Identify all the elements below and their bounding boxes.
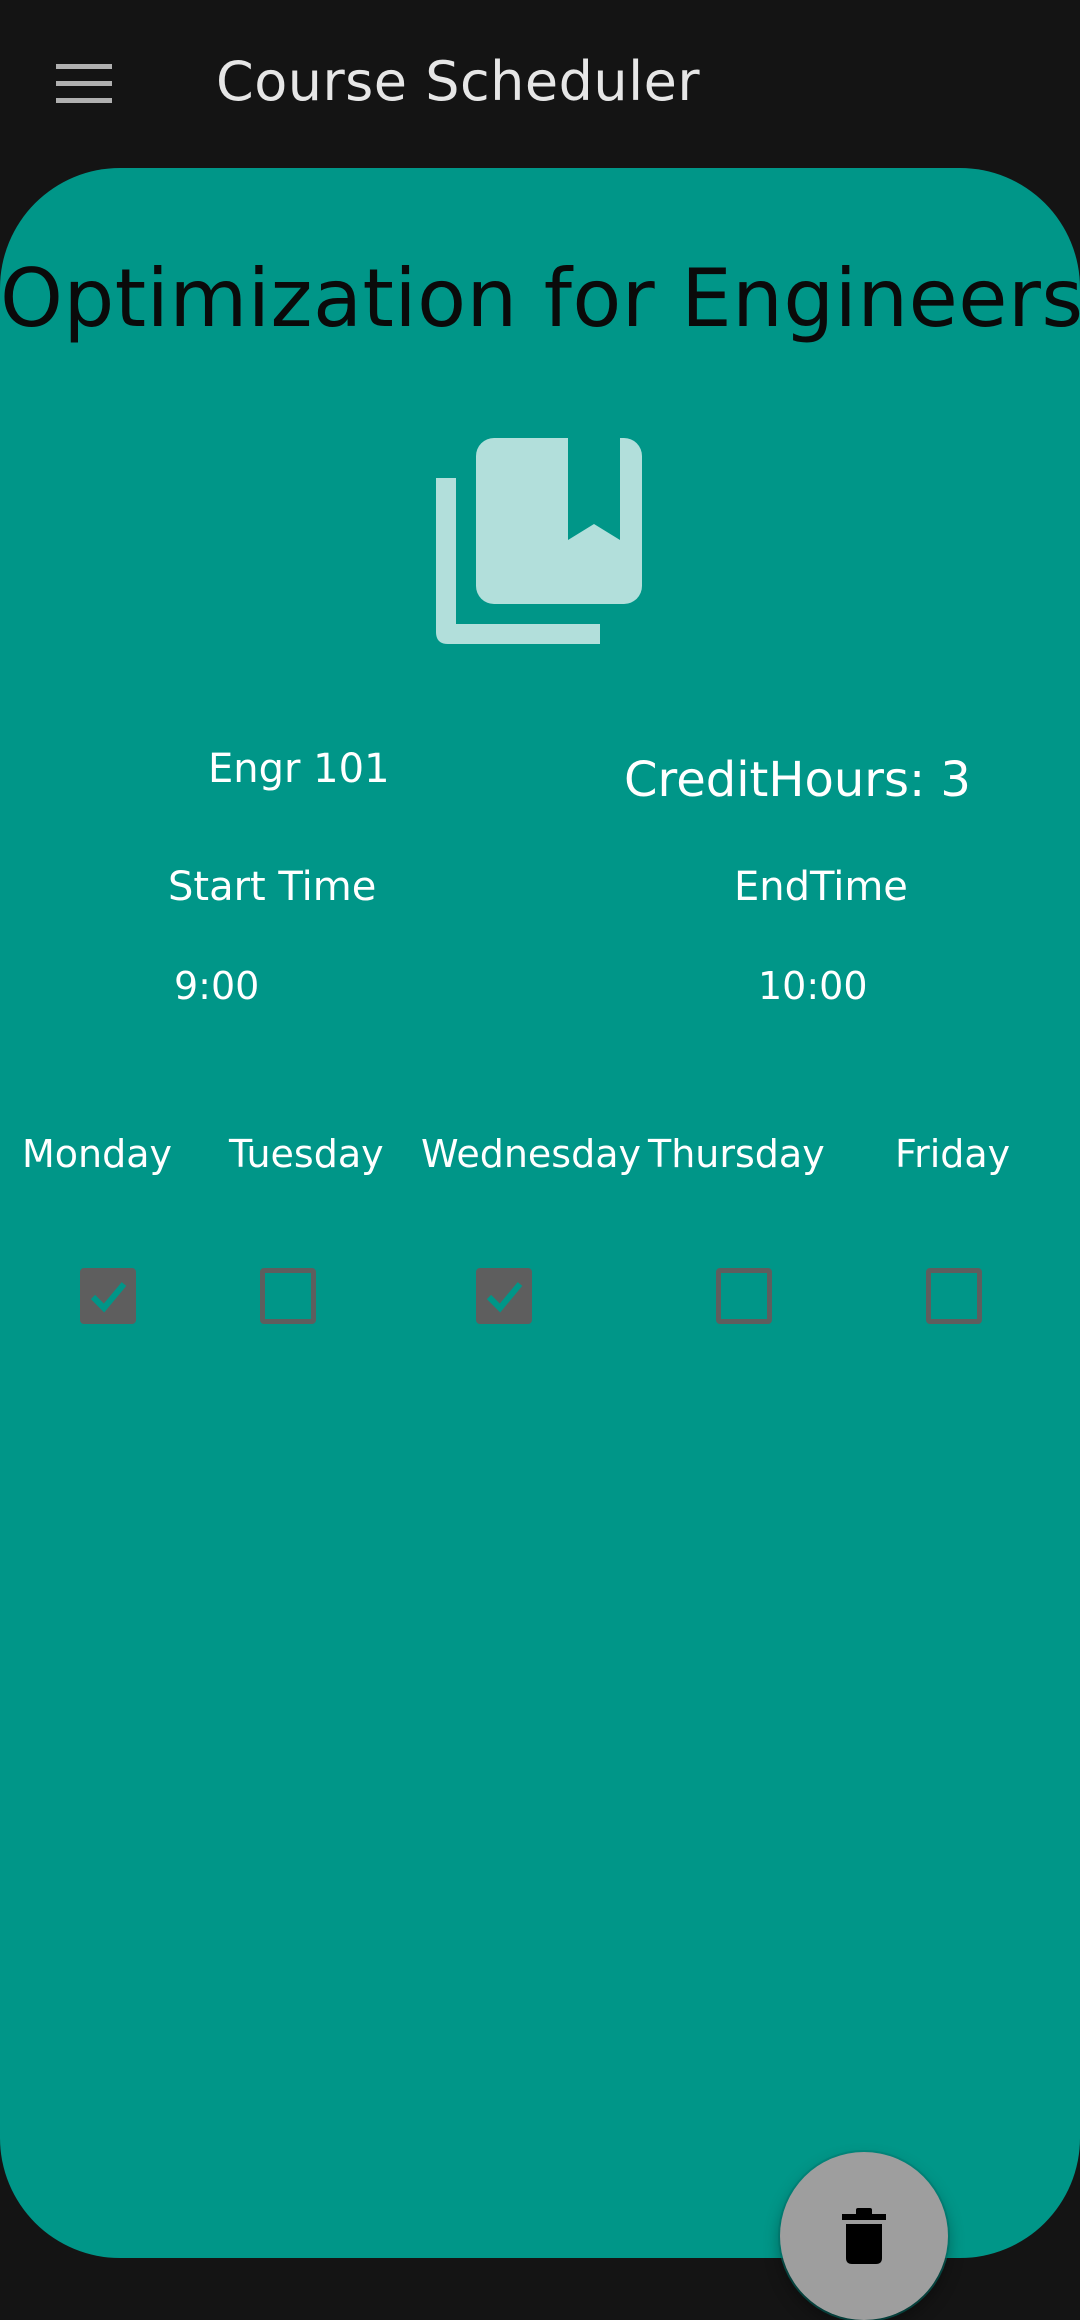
checkbox-friday[interactable] [926,1268,982,1324]
day-label-monday: Monday [22,1132,173,1176]
end-time-label: EndTime [734,864,908,910]
delete-button[interactable] [780,2152,948,2320]
app-bar: Course Scheduler [0,0,1080,168]
checkbox-tuesday[interactable] [260,1268,316,1324]
menu-button[interactable] [30,42,138,126]
checkbox-thursday[interactable] [716,1268,772,1324]
trash-icon [842,2208,886,2264]
course-title: Optimization for Engineers [0,252,1080,345]
hamburger-menu-icon [56,64,112,103]
day-label-tuesday: Tuesday [229,1132,384,1176]
credit-hours: CreditHours: 3 [624,752,971,808]
library-books-bookmark-icon [436,438,642,644]
course-code: Engr 101 [208,746,390,792]
day-label-wednesday: Wednesday [421,1132,642,1176]
checkmark-icon [90,1282,127,1313]
checkbox-wednesday[interactable] [476,1268,532,1324]
day-label-friday: Friday [895,1132,1011,1176]
checkbox-monday[interactable] [80,1268,136,1324]
end-time-value[interactable]: 10:00 [758,964,868,1008]
day-label-thursday: Thursday [648,1132,825,1176]
app-title: Course Scheduler [216,50,701,113]
start-time-label: Start Time [168,864,377,910]
course-detail-card: Optimization for Engineers Engr 101 Cred… [0,168,1080,2320]
checkmark-icon [486,1282,523,1313]
start-time-value[interactable]: 9:00 [174,964,259,1008]
